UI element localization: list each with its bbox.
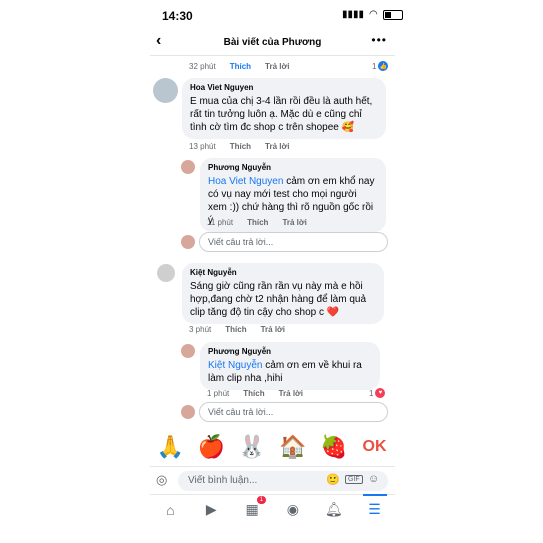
camera-icon[interactable]: ◎ [156,472,167,488]
comment-text: E mua của chị 3-4 lần rồi đều là auth hế… [190,96,373,133]
sticker-item[interactable]: OK [360,432,390,462]
comment-time: 32 phút [189,62,216,71]
marketplace-icon[interactable]: ▦ 1 [237,496,267,518]
love-reaction-icon: ♥ [375,388,386,398]
sticker-item[interactable]: 🍓 [319,432,349,462]
avatar[interactable] [157,264,175,282]
groups-icon[interactable]: ◉ [278,501,308,518]
sticker-item[interactable]: 🍎 [196,432,226,462]
avatar[interactable] [153,78,178,103]
reply-meta: 11 phút Thích Trả lời [207,218,307,227]
sticker-item[interactable]: 🐰 [237,432,267,462]
avatar-sticker-icon[interactable]: 🙂 [326,473,340,486]
reply-link[interactable]: Trả lời [279,389,303,398]
like-link[interactable]: Thích [230,142,251,151]
battery-icon [382,9,403,20]
comment-meta: 32 phút Thích Trả lời [189,62,289,71]
like-reaction-icon: 👍 [378,61,389,71]
notifications-icon[interactable]: 🔔︎ [319,501,349,518]
reply-link[interactable]: Trả lời [261,325,285,334]
reply-text: Kiệt Nguyễn cảm ơn em về khui ra làm cli… [208,360,362,384]
status-icons: ▮▮▮▮ ◠ [342,9,403,20]
avatar [181,405,195,419]
watch-icon[interactable]: ▶ [196,501,226,518]
home-icon[interactable]: ⌂ [155,502,185,518]
sticker-item[interactable]: 🏠 [278,432,308,462]
mention-link[interactable]: Kiệt Nguyễn [208,360,262,371]
wifi-icon: ◠ [369,9,378,20]
comment-time: 13 phút [189,142,216,151]
reply-input[interactable]: Viết câu trả lời... [199,402,388,422]
comment-meta: 13 phút Thích Trả lời [189,142,289,151]
reply-link[interactable]: Trả lời [265,62,289,71]
menu-icon[interactable]: ☰ [360,494,390,518]
reply-bubble: Phương Nguyễn Kiệt Nguyễn cảm ơn em về k… [200,342,380,390]
like-link[interactable]: Thích [243,389,264,398]
avatar[interactable] [181,344,195,358]
avatar [181,235,195,249]
comment-bubble: Hoa Viet Nguyen E mua của chị 3-4 lần rồ… [182,78,386,139]
sticker-item[interactable]: 🙏 [155,432,185,462]
comment-composer: ◎ Viết bình luận... 🙂 GIF ☺ [150,466,395,492]
notification-badge: 1 [256,496,267,504]
reply-link[interactable]: Trả lời [265,142,289,151]
reply-link[interactable]: Trả lời [282,218,306,227]
reaction-count: 1 ♥ [369,388,386,398]
bottom-tab-bar: ⌂ ▶ ▦ 1 ◉ 🔔︎ ☰ [150,494,395,524]
more-options-icon[interactable]: ••• [371,33,387,47]
reply-input[interactable]: Viết câu trả lời... [199,232,388,252]
signal-icon: ▮▮▮▮ [342,9,365,20]
reply-author[interactable]: Phương Nguyễn [208,163,378,172]
reaction-count: 1 👍 [372,61,389,71]
reply-time: 1 phút [207,389,230,398]
comment-meta: 3 phút Thích Trả lời [189,325,285,334]
comment-text: Sáng giờ cũng rần rần vụ này mà e hồi hợ… [190,281,367,318]
avatar[interactable] [181,160,195,174]
comment-time: 3 phút [189,325,212,334]
comment-author[interactable]: Hoa Viet Nguyen [190,83,378,92]
reply-meta: 1 phút Thích Trả lời [207,389,303,398]
like-link[interactable]: Thích [247,218,268,227]
mention-link[interactable]: Hoa Viet Nguyen [208,176,283,187]
status-time: 14:30 [162,9,193,23]
like-link[interactable]: Thích [230,62,251,71]
page-title: Bài viết của Phương [223,37,322,48]
emoji-icon[interactable]: ☺ [368,473,379,485]
reply-time: 11 phút [207,218,234,227]
comment-author[interactable]: Kiệt Nguyễn [190,268,376,277]
gif-button[interactable]: GIF [345,475,363,484]
comment-bubble: Kiệt Nguyễn Sáng giờ cũng rần rần vụ này… [182,263,384,324]
sticker-strip: 🙏 🍎 🐰 🏠 🍓 OK [150,430,395,464]
post-header: ‹ Bài viết của Phương ••• [150,30,395,56]
like-link[interactable]: Thích [225,325,246,334]
reply-author[interactable]: Phương Nguyễn [208,347,372,356]
